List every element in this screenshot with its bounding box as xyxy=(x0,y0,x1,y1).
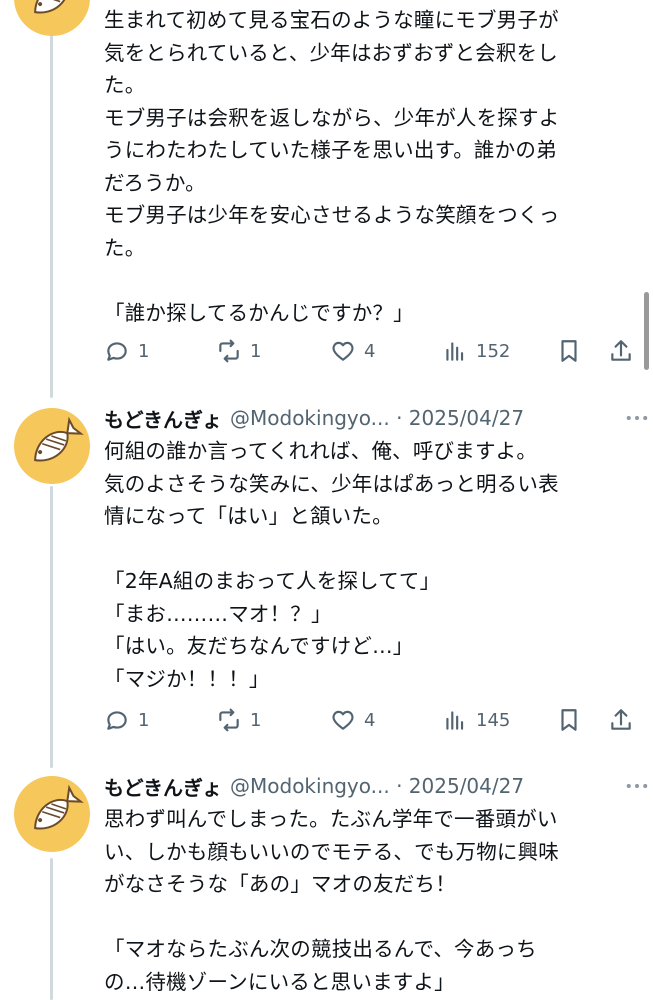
reply-icon xyxy=(107,711,127,730)
handle-and-date[interactable]: @Modokingyo... · 2025/04/27 xyxy=(230,774,524,798)
tweet-actions: 1 1 4 152 xyxy=(104,331,636,371)
views-button[interactable]: 152 xyxy=(442,331,510,371)
views-count: 152 xyxy=(476,340,511,362)
fish-avatar-icon xyxy=(34,0,69,14)
thread-line xyxy=(50,486,53,768)
views-count: 145 xyxy=(476,709,511,731)
avatar[interactable] xyxy=(14,0,90,36)
bookmark-icon xyxy=(561,709,577,731)
share-button[interactable] xyxy=(608,331,634,371)
fish-avatar-icon xyxy=(34,784,84,830)
tweet-header: もどきんぎょ @Modokingyo... · 2025/04/27 xyxy=(104,401,636,435)
retweet-button[interactable]: 1 xyxy=(216,700,261,740)
thread-line xyxy=(50,0,53,398)
like-count: 4 xyxy=(364,340,376,362)
views-icon xyxy=(446,342,464,361)
retweet-icon xyxy=(219,708,239,732)
tweet[interactable]: もどきんぎょ @Modokingyo... · 2025/04/27 何組の誰か… xyxy=(104,401,648,695)
retweet-button[interactable]: 1 xyxy=(216,331,261,371)
display-name[interactable]: もどきんぎょ xyxy=(104,772,222,801)
like-icon xyxy=(332,341,354,361)
tweet[interactable]: もどきんぎょ @Modokingyo... · 2025/04/27 思わず叫ん… xyxy=(104,769,648,998)
display-name[interactable]: もどきんぎょ xyxy=(104,404,222,433)
retweet-count: 1 xyxy=(250,340,262,362)
tweet-text: 思わず叫んでしまった。たぶん学年で一番頭がい い、しかも顔もいいのでモテる、でも… xyxy=(104,807,559,994)
more-icon xyxy=(626,783,648,789)
reply-count: 1 xyxy=(138,340,150,362)
bookmark-button[interactable] xyxy=(556,331,582,371)
tweet-text: 生まれて初めて見る宝石のような瞳にモブ男子が 気をとられていると、少年はおずおず… xyxy=(104,8,560,325)
thread-line xyxy=(50,858,53,1000)
reply-count: 1 xyxy=(138,709,150,731)
views-icon xyxy=(446,711,464,730)
scrollbar[interactable] xyxy=(644,292,649,370)
tweet-actions: 1 1 4 145 xyxy=(104,700,636,740)
reply-icon xyxy=(107,342,127,361)
like-icon xyxy=(332,710,354,730)
retweet-icon xyxy=(219,339,239,363)
retweet-count: 1 xyxy=(250,709,262,731)
tweet[interactable]: 生まれて初めて見る宝石のような瞳にモブ男子が 気をとられていると、少年はおずおず… xyxy=(104,4,636,329)
reply-button[interactable]: 1 xyxy=(104,700,149,740)
views-button[interactable]: 145 xyxy=(442,700,510,740)
more-button[interactable] xyxy=(622,773,652,799)
more-icon xyxy=(626,415,648,421)
share-icon xyxy=(611,709,631,730)
tweet-header: もどきんぎょ @Modokingyo... · 2025/04/27 xyxy=(104,769,636,803)
bookmark-icon xyxy=(561,340,577,362)
more-button[interactable] xyxy=(622,405,652,431)
like-count: 4 xyxy=(364,709,376,731)
like-button[interactable]: 4 xyxy=(330,700,375,740)
handle-and-date[interactable]: @Modokingyo... · 2025/04/27 xyxy=(230,406,524,430)
fish-avatar-icon xyxy=(34,416,84,462)
bookmark-button[interactable] xyxy=(556,700,582,740)
avatar[interactable] xyxy=(14,776,90,852)
like-button[interactable]: 4 xyxy=(330,331,375,371)
share-icon xyxy=(611,340,631,361)
avatar[interactable] xyxy=(14,408,90,484)
tweet-text: 何組の誰か言ってくれれば、俺、呼びますよ。 気のよさそうな笑みに、少年はぱあっと… xyxy=(104,439,559,691)
share-button[interactable] xyxy=(608,700,634,740)
reply-button[interactable]: 1 xyxy=(104,331,149,371)
